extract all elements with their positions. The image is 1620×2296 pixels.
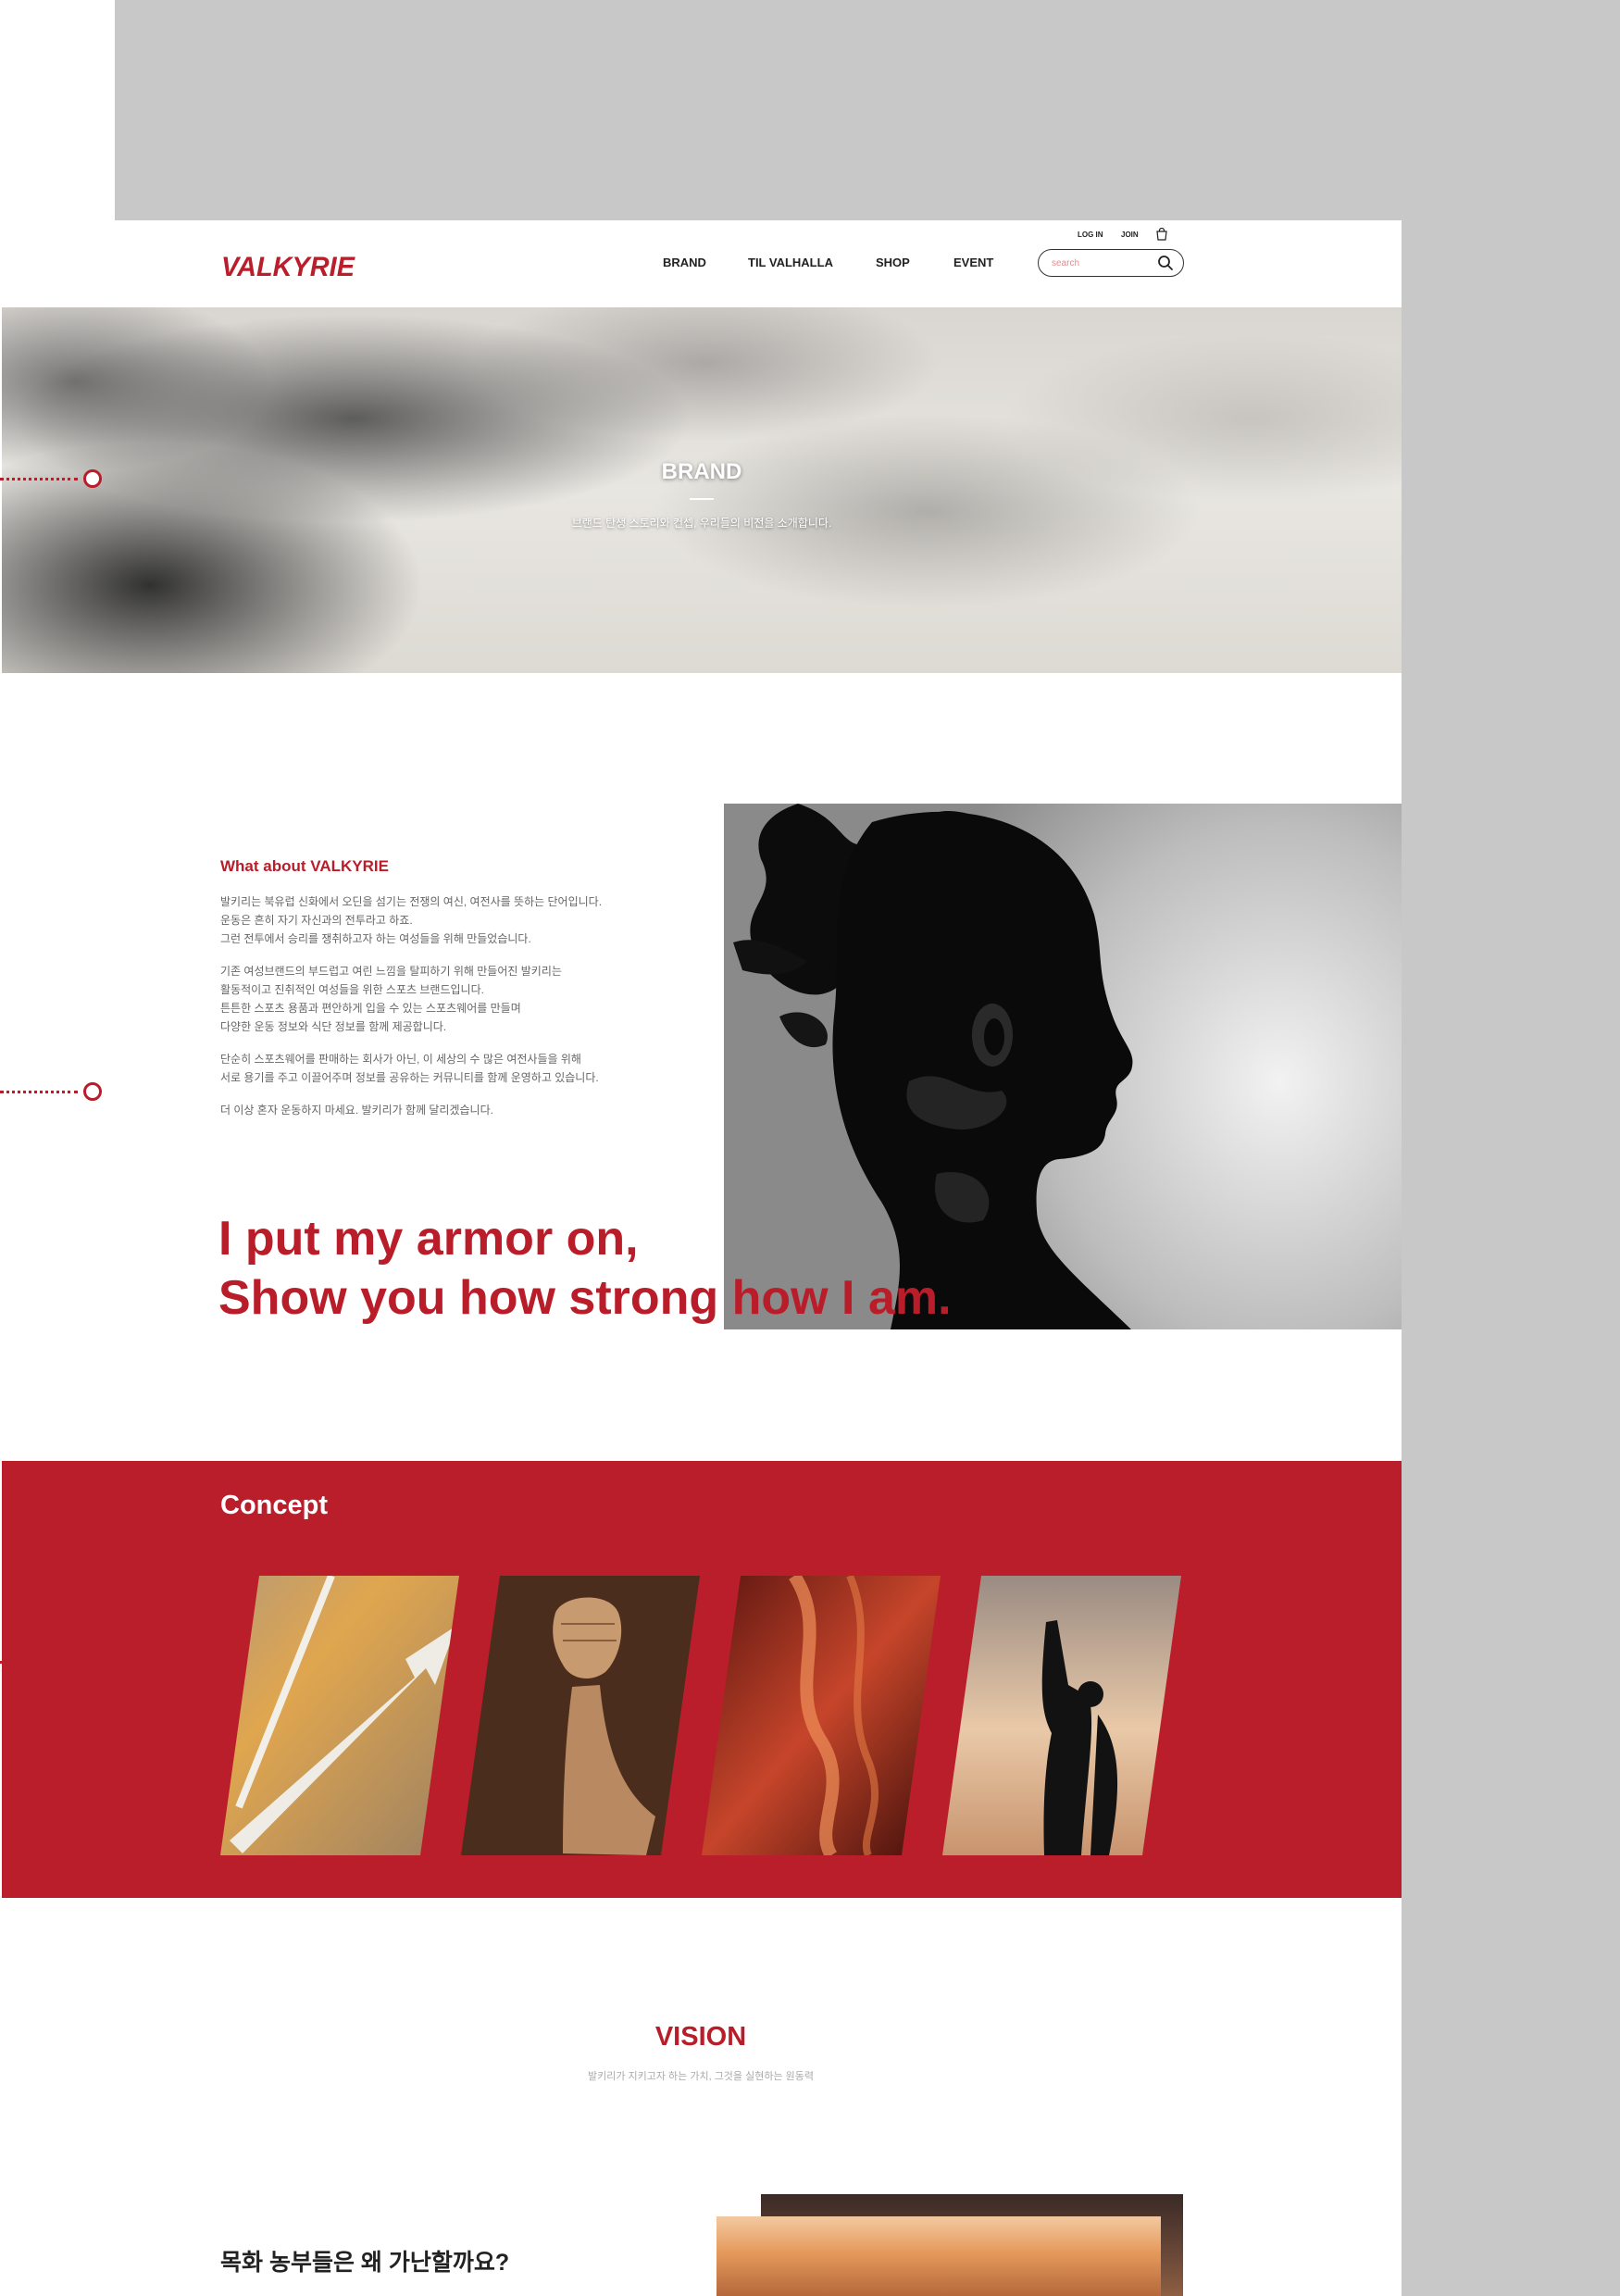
- about-paragraph: 더 이상 혼자 운동하지 마세요. 발키리가 함께 달리겠습니다.: [220, 1104, 493, 1117]
- concept-image-arrow: [220, 1576, 459, 1855]
- hero-title: BRAND: [661, 459, 742, 484]
- about-paragraph: 단순히 스포츠웨어를 판매하는 회사가 아닌, 이 세상의 수 많은 여전사들을…: [220, 1053, 599, 1084]
- login-link[interactable]: LOG IN: [1078, 231, 1103, 239]
- logo-wordmark: VALKYRIE: [221, 252, 355, 282]
- search-icon[interactable]: [1157, 255, 1174, 271]
- shopping-bag-icon[interactable]: [1155, 228, 1168, 241]
- about-paragraph: 기존 여성브랜드의 부드럽고 여린 느낌을 탈피하기 위해 만들어진 발키리는 …: [220, 965, 562, 1033]
- about-title: What about VALKYRIE: [220, 857, 389, 875]
- section-marker-hero: [0, 468, 104, 489]
- slogan-line-2: Show you how strong how I am.: [218, 1271, 952, 1325]
- nav-til-valhalla[interactable]: TIL VALHALLA: [748, 256, 833, 269]
- vision-subtitle: 발키리가 지키고자 하는 가치, 그것을 실현하는 원동력: [587, 2071, 815, 2082]
- valkyrie-logo[interactable]: VALKYRIE: [219, 244, 358, 285]
- hero-divider: [690, 498, 714, 500]
- concept-title: Concept: [220, 1491, 328, 1520]
- about-paragraph: 발키리는 북유럽 신화에서 오딘을 섬기는 전쟁의 여신, 여전사를 뜻하는 단…: [220, 895, 603, 945]
- search-box: [1038, 249, 1184, 277]
- slogan-line-1: I put my armor on,: [218, 1212, 639, 1266]
- about-body: 발키리는 북유럽 신화에서 오딘을 섬기는 전쟁의 여신, 여전사를 뜻하는 단…: [220, 892, 702, 1133]
- join-link[interactable]: JOIN: [1121, 231, 1139, 239]
- site-header: VALKYRIE BRAND TIL VALHALLA SHOP EVENT L…: [115, 220, 1402, 307]
- hero-subtitle: 브랜드 탄생 스토리와 컨셉, 우리들의 비전을 소개합니다.: [571, 517, 832, 530]
- frame-top-background: [115, 0, 1620, 220]
- concept-image-fist: [461, 1576, 700, 1855]
- page-canvas: VALKYRIE BRAND TIL VALHALLA SHOP EVENT L…: [0, 0, 1620, 2296]
- nav-brand[interactable]: BRAND: [663, 256, 706, 269]
- nav-shop[interactable]: SHOP: [876, 256, 910, 269]
- frame-right-background: [1402, 220, 1620, 2296]
- search-input[interactable]: [1052, 256, 1153, 270]
- nav-event[interactable]: EVENT: [953, 256, 993, 269]
- concept-image-canyon: [702, 1576, 941, 1855]
- vision-image-cotton-field: [717, 2216, 1161, 2296]
- section-marker-about: [0, 1081, 104, 1102]
- brand-slogan: I put my armor on, Show you how strong h…: [218, 1209, 952, 1328]
- concept-image-victory: [942, 1576, 1181, 1855]
- vision-question: 목화 농부들은 왜 가난할까요?: [220, 2250, 510, 2276]
- hero-banner: BRAND 브랜드 탄생 스토리와 컨셉, 우리들의 비전을 소개합니다.: [2, 307, 1402, 673]
- concept-section: Concept: [2, 1461, 1402, 1898]
- vision-title: VISION: [654, 2022, 747, 2052]
